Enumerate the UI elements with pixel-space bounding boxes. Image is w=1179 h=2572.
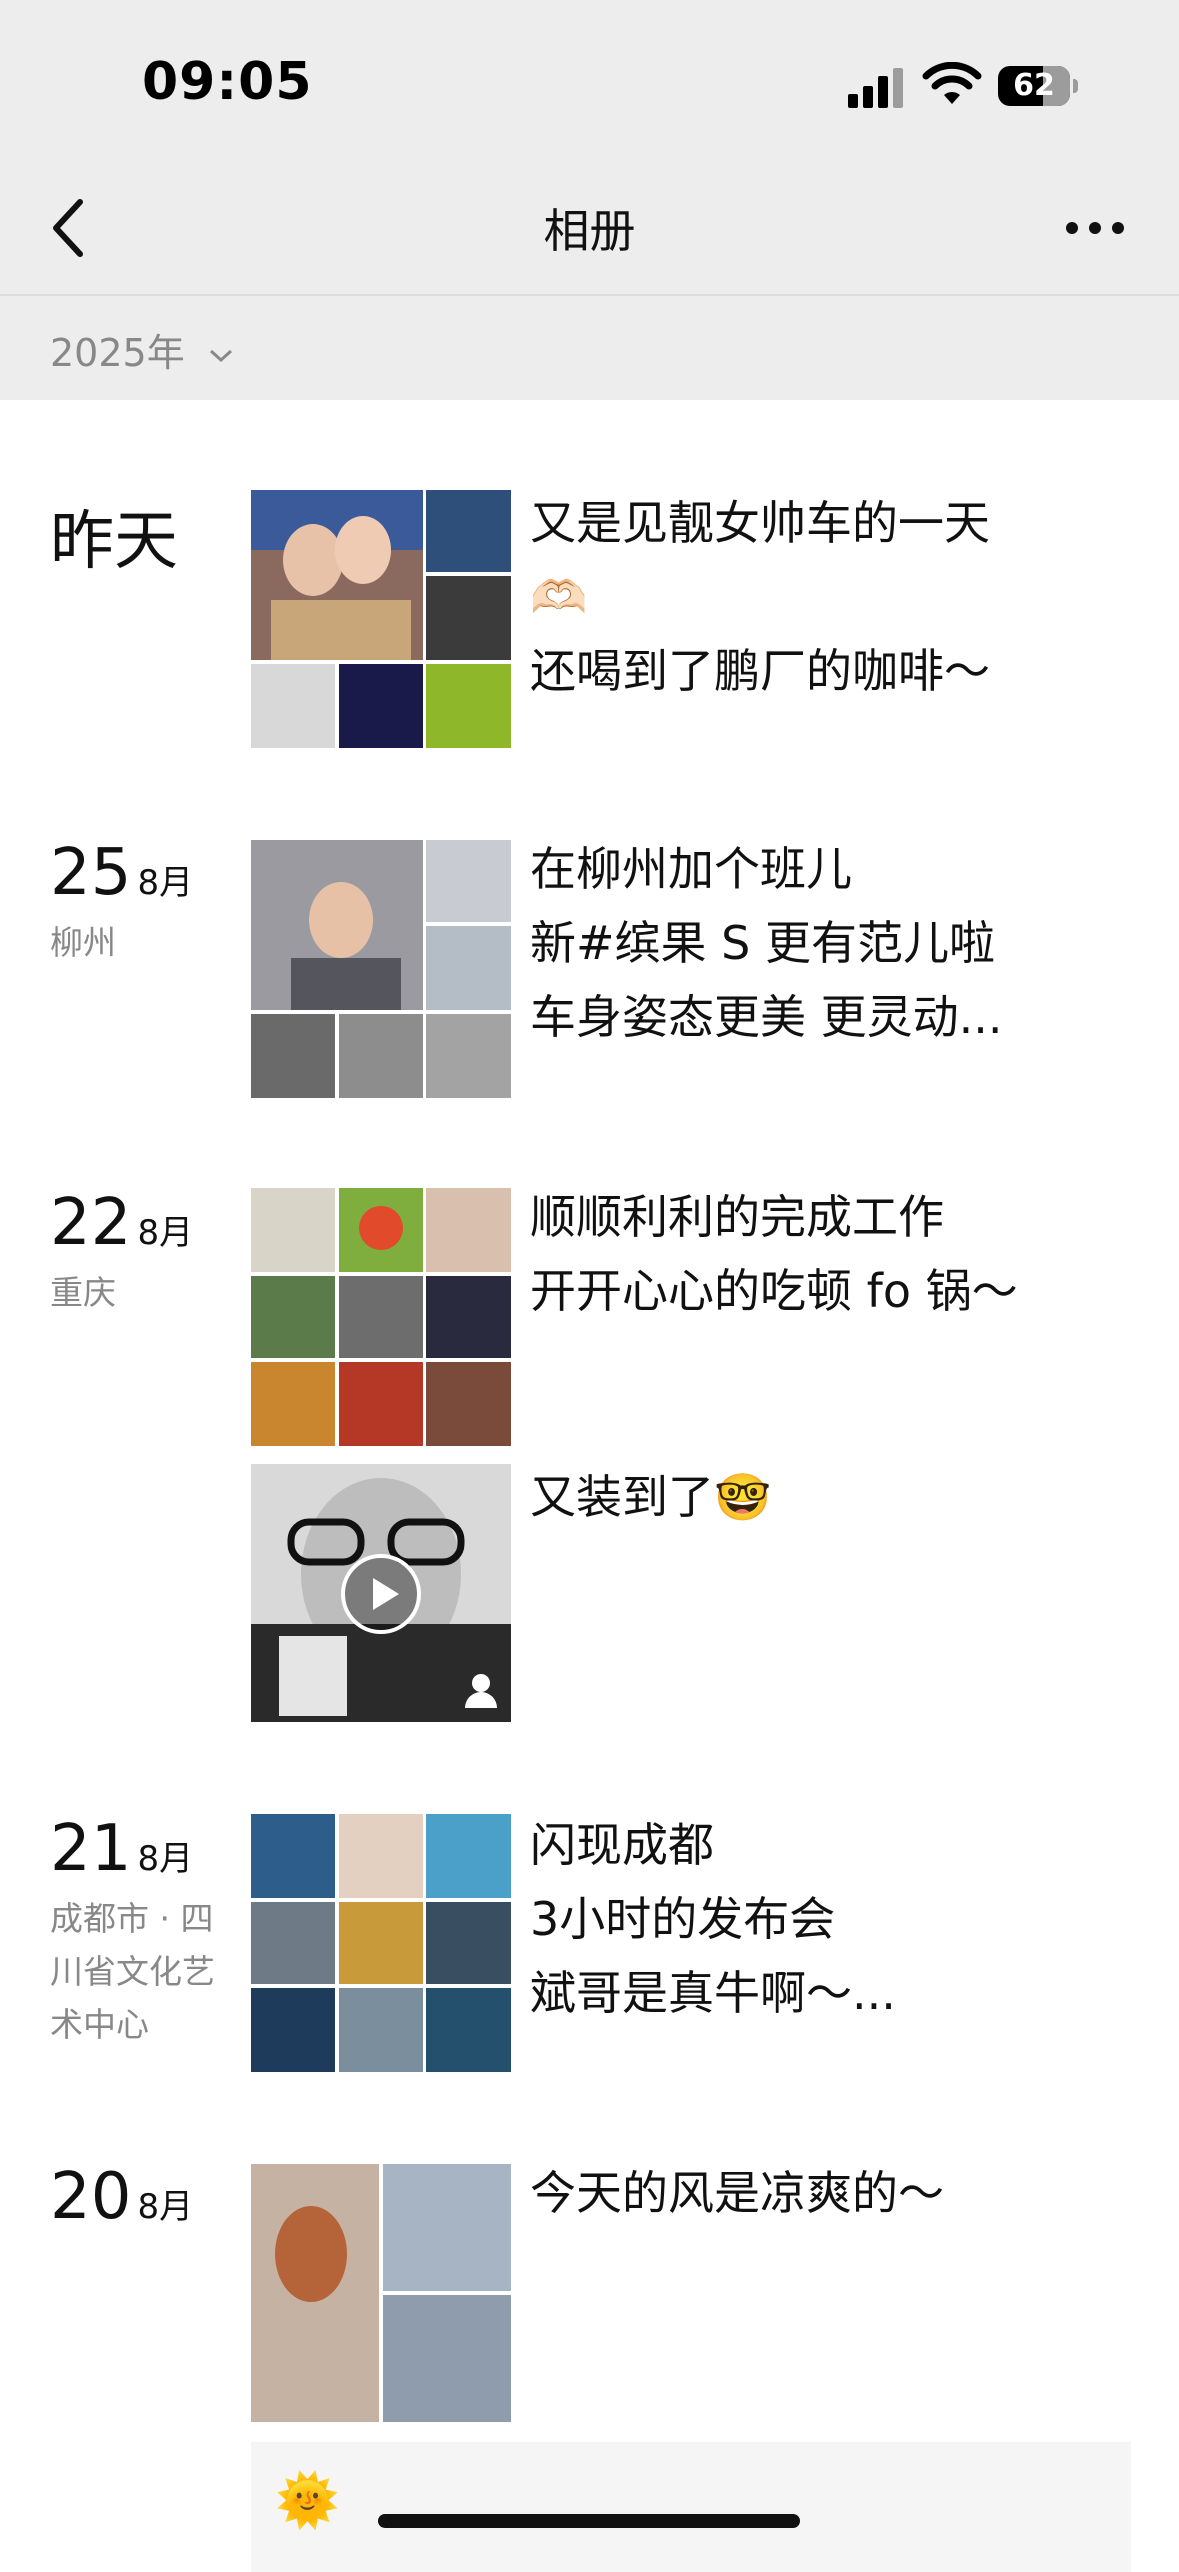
photo-collage-1[interactable]	[251, 490, 511, 748]
day-month: 8月	[137, 1213, 194, 1253]
photo-collage-2[interactable]	[251, 840, 511, 1098]
day-header-22: 22 8月 重庆	[50, 1186, 240, 1319]
location-line: 川省文化艺	[50, 1952, 215, 1991]
caption-line: 新#缤果 S 更有范儿啦	[530, 916, 995, 970]
caption-line: 又装到了🤓	[530, 1470, 772, 1524]
home-indicator[interactable]	[378, 2514, 800, 2528]
day-month: 8月	[137, 863, 194, 903]
status-time: 09:05	[142, 52, 313, 112]
caption-line: 车身姿态更美 更灵动...	[530, 990, 1003, 1044]
caption-line: 今天的风是凉爽的～	[530, 2166, 944, 2220]
day-header-25: 25 8月 柳州	[50, 836, 240, 969]
video-thumbnail[interactable]	[251, 1464, 511, 1722]
wifi-icon	[922, 62, 982, 104]
year-filter[interactable]: 2025年	[50, 322, 235, 377]
post-caption-4[interactable]: 闪现成都 3小时的发布会 斌哥是真牛啊～...	[530, 1808, 1150, 2030]
day-month: 8月	[137, 1839, 194, 1879]
location-label: 柳州	[50, 923, 116, 962]
caption-line: 还喝到了鹏厂的咖啡～	[530, 644, 990, 698]
text-post-card[interactable]: 🌞	[251, 2442, 1131, 2572]
location-line: 术中心	[50, 2005, 149, 2044]
photo-collage-3[interactable]	[251, 1188, 511, 1446]
location-label: 重庆	[50, 1273, 116, 1312]
caption-line: 在柳州加个班儿	[530, 842, 852, 896]
top-bar: 09:05 62 相册 2025年	[0, 0, 1179, 400]
caption-line: 又是见靓女帅车的一天	[530, 496, 990, 550]
day-header-yesterday: 昨天	[50, 490, 178, 582]
battery-icon: 62	[998, 66, 1078, 108]
year-filter-label: 2025年	[50, 331, 185, 375]
caption-line: 开开心心的吃顿 fo 锅～	[530, 1264, 1018, 1318]
cellular-signal-icon	[848, 68, 903, 108]
person-icon	[465, 1674, 497, 1708]
photo-collage-5[interactable]	[251, 2164, 511, 2422]
post-caption-1[interactable]: 又是见靓女帅车的一天 🫶🏻 还喝到了鹏厂的咖啡～	[530, 486, 1150, 708]
caption-line: 顺顺利利的完成工作	[530, 1190, 944, 1244]
play-icon	[341, 1554, 421, 1634]
post-caption-video[interactable]: 又装到了🤓	[530, 1460, 1150, 1534]
chevron-down-icon	[209, 349, 232, 362]
location-line: 成都市 · 四	[50, 1899, 214, 1938]
nav-divider	[0, 294, 1179, 296]
caption-line: 🫶🏻	[530, 570, 588, 624]
more-options-button[interactable]	[1060, 198, 1130, 258]
photo-collage-4[interactable]	[251, 1814, 511, 2072]
caption-line: 3小时的发布会	[530, 1892, 836, 1946]
day-number: 20	[50, 2160, 132, 2234]
page-title: 相册	[543, 204, 636, 258]
sun-emoji: 🌞	[275, 2471, 340, 2531]
post-caption-3[interactable]: 顺顺利利的完成工作 开开心心的吃顿 fo 锅～	[530, 1180, 1150, 1328]
day-month: 8月	[137, 2187, 194, 2227]
post-caption-2[interactable]: 在柳州加个班儿 新#缤果 S 更有范儿啦 车身姿态更美 更灵动...	[530, 832, 1150, 1054]
day-number: 21	[50, 1812, 132, 1886]
caption-line: 斌哥是真牛啊～...	[530, 1966, 896, 2020]
location-label: 成都市 · 四 川省文化艺 术中心	[50, 1892, 240, 2051]
caption-line: 闪现成都	[530, 1818, 714, 1872]
battery-level: 62	[1013, 68, 1055, 103]
day-number: 25	[50, 836, 132, 910]
post-caption-5[interactable]: 今天的风是凉爽的～	[530, 2156, 1150, 2230]
day-label: 昨天	[50, 505, 178, 579]
day-header-20: 20 8月	[50, 2160, 193, 2234]
day-number: 22	[50, 1186, 132, 1260]
day-header-21: 21 8月 成都市 · 四 川省文化艺 术中心	[50, 1812, 240, 2051]
